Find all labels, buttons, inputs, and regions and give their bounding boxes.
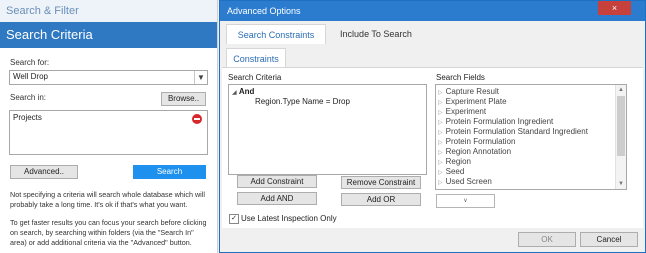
criteria-root-label: And — [238, 87, 255, 96]
add-and-button[interactable]: Add AND — [237, 192, 317, 205]
search-criteria-label: Search Criteria — [228, 73, 282, 82]
dialog-title: Advanced Options — [227, 6, 301, 16]
search-for-select[interactable]: Well Drop ▼ — [9, 70, 208, 85]
remove-constraint-button[interactable]: Remove Constraint — [341, 176, 421, 189]
search-in-list[interactable]: Projects — [9, 110, 208, 155]
field-item[interactable]: ▷ Protein Formulation Standard Ingredient — [438, 127, 588, 136]
criteria-tree[interactable]: ◢ And Region.Type Name = Drop — [228, 84, 427, 175]
collapse-icon[interactable]: ◢ — [232, 90, 237, 96]
scroll-thumb[interactable] — [617, 96, 625, 156]
search-in-item[interactable]: Projects — [13, 113, 42, 122]
expand-icon: ▷ — [438, 110, 443, 116]
search-filter-panel: Search & Filter Search Criteria Search f… — [0, 0, 218, 253]
field-item[interactable]: ▷ Experiment — [438, 107, 486, 116]
search-criteria-title: Search Criteria — [6, 27, 93, 42]
cancel-button[interactable]: Cancel — [580, 232, 638, 247]
expand-icon: ▷ — [438, 160, 443, 166]
search-fields-label: Search Fields — [436, 73, 485, 82]
tree-node-and[interactable]: ◢ And — [232, 87, 254, 96]
operator-dropdown[interactable]: ∨ — [436, 194, 495, 208]
tree-node-constraint[interactable]: Region.Type Name = Drop — [255, 97, 350, 106]
close-button[interactable]: × — [598, 1, 631, 15]
expand-icon: ▷ — [438, 170, 443, 176]
expand-icon: ▷ — [438, 130, 443, 136]
field-item[interactable]: ▷ Protein Formulation — [438, 137, 515, 146]
search-fields-list[interactable]: ▷ Capture Result ▷ Experiment Plate ▷ Exper… — [435, 84, 627, 190]
dialog-title-bar: Advanced Options × — [220, 1, 645, 21]
expand-icon: ▷ — [438, 140, 443, 146]
advanced-button[interactable]: Advanced.. — [10, 165, 78, 179]
scroll-down-icon[interactable]: ▼ — [616, 179, 626, 189]
browse-button[interactable]: Browse.. — [161, 92, 206, 106]
expand-icon: ▷ — [438, 90, 443, 96]
expand-icon: ▷ — [438, 100, 443, 106]
advanced-options-dialog: Advanced Options × Search Constraints In… — [219, 0, 646, 253]
tab-search-constraints[interactable]: Search Constraints — [226, 24, 326, 44]
search-for-label: Search for: — [10, 58, 50, 67]
chevron-down-icon[interactable]: ▼ — [194, 71, 207, 84]
scroll-up-icon[interactable]: ▲ — [616, 85, 626, 95]
panel-title: Search & Filter — [6, 5, 79, 17]
field-item[interactable]: ▷ Used Screen — [438, 177, 492, 186]
remove-icon[interactable] — [192, 114, 202, 124]
field-item[interactable]: ▷ Capture Result — [438, 87, 499, 96]
panel-title-bar: Search & Filter — [0, 0, 217, 23]
expand-icon: ▷ — [438, 120, 443, 126]
help-text-2: To get faster results you can focus your… — [10, 218, 207, 247]
help-text-1: Not specifying a criteria will search wh… — [10, 190, 205, 209]
expand-icon: ▷ — [438, 180, 443, 186]
search-in-label: Search in: — [10, 93, 47, 102]
field-item[interactable]: ▷ Protein Formulation Ingredient — [438, 117, 553, 126]
tab-include-to-search[interactable]: Include To Search — [330, 24, 422, 44]
add-or-button[interactable]: Add OR — [341, 193, 421, 206]
field-item[interactable]: ▷ Seed — [438, 167, 464, 176]
add-constraint-button[interactable]: Add Constraint — [237, 175, 317, 188]
ok-button[interactable]: OK — [518, 232, 576, 247]
subtab-constraints[interactable]: Constraints — [226, 48, 286, 68]
search-criteria-header: Search Criteria — [0, 22, 217, 48]
use-latest-label: Use Latest Inspection Only — [241, 214, 337, 223]
search-button[interactable]: Search — [133, 165, 206, 179]
field-item[interactable]: ▷ Experiment Plate — [438, 97, 507, 106]
field-item[interactable]: ▷ Region — [438, 157, 471, 166]
fields-scrollbar[interactable]: ▲ ▼ — [615, 85, 626, 189]
field-item[interactable]: ▷ Region Annotation — [438, 147, 511, 156]
search-for-value: Well Drop — [13, 72, 48, 81]
use-latest-checkbox[interactable]: ✓ — [229, 214, 239, 224]
expand-icon: ▷ — [438, 150, 443, 156]
